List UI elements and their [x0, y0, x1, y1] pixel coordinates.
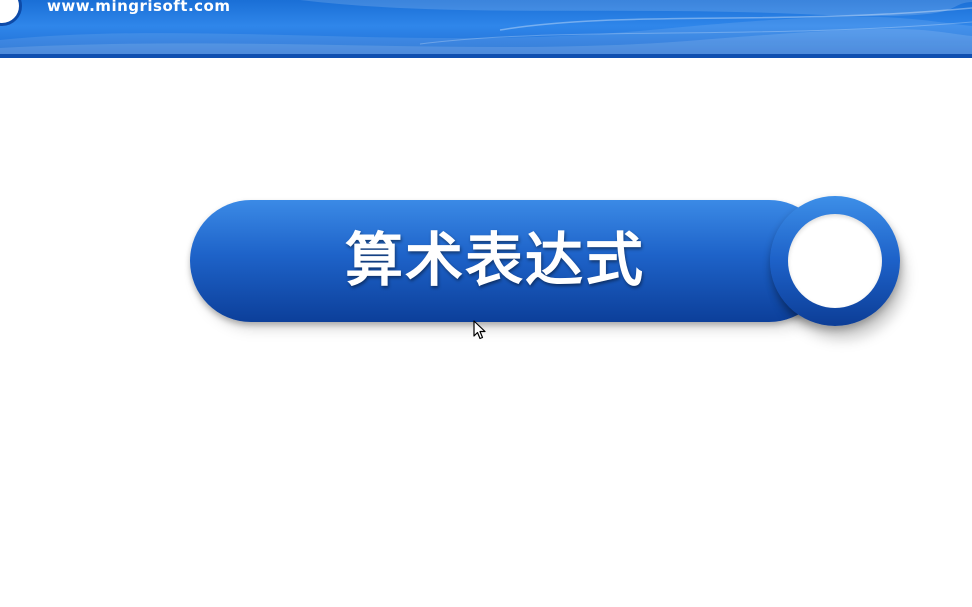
circle-decoration-center	[788, 214, 882, 308]
mouse-pointer-icon	[473, 320, 486, 340]
banner-divider	[0, 54, 972, 58]
top-banner: www.mingrisoft.com	[0, 0, 972, 58]
slide-title: 算术表达式	[344, 226, 645, 294]
presentation-slide: www.mingrisoft.com 算术表达式	[0, 0, 972, 607]
site-url: www.mingrisoft.com	[47, 0, 231, 15]
